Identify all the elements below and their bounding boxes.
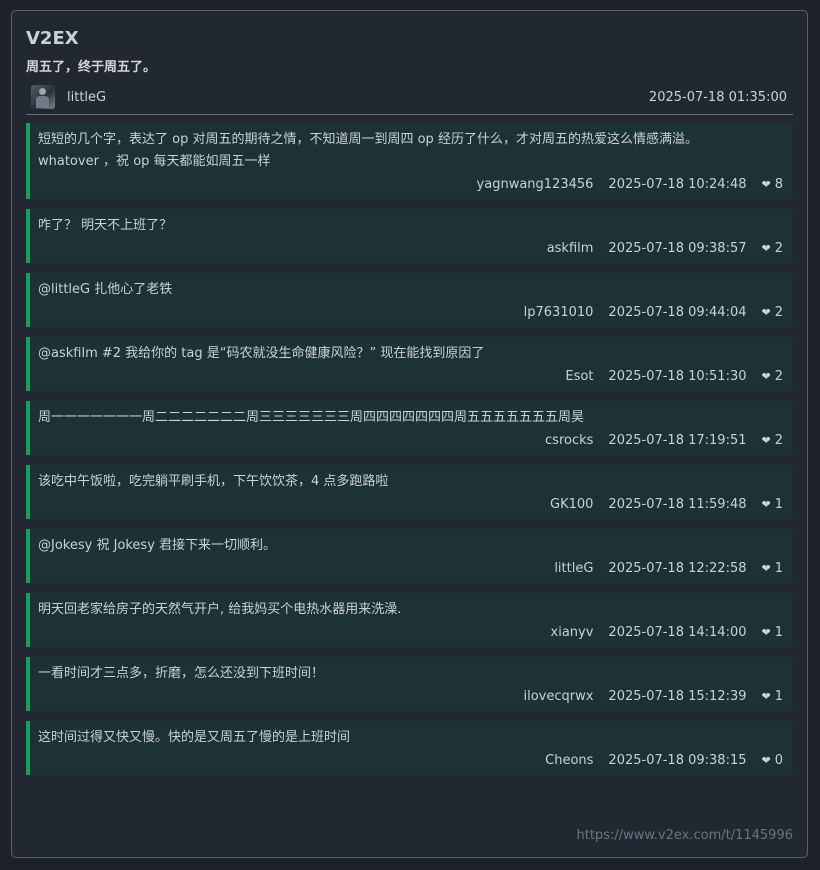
reply-meta: GK100 2025-07-18 11:59:48 ❤ 1: [38, 495, 783, 515]
reply-meta: Esot 2025-07-18 10:51:30 ❤ 2: [38, 367, 783, 387]
reply-likes[interactable]: ❤ 2: [762, 367, 784, 387]
reply-content: 周一一一一一一一周二二二二二二二周三三三三三三三周四四四四四四四周五五五五五五五…: [38, 410, 585, 425]
heart-icon: ❤: [761, 178, 771, 191]
topic-title[interactable]: 周五了，终于周五了。: [26, 58, 793, 78]
like-count: 2: [774, 305, 783, 320]
reply-user[interactable]: littleG: [554, 559, 593, 579]
heart-icon: ❤: [761, 498, 771, 511]
reply-user[interactable]: yagnwang123456: [477, 175, 594, 195]
like-count: 2: [774, 241, 783, 256]
reply-item: 周一一一一一一一周二二二二二二二周三三三三三三三周四四四四四四四周五五五五五五五…: [26, 401, 793, 455]
reply-content: 咋了？ 明天不上班了？: [38, 218, 173, 233]
site-title[interactable]: V2EX: [26, 26, 793, 52]
reply-likes[interactable]: ❤ 2: [762, 239, 784, 259]
reply-content: 该吃中午饭啦，吃完躺平刷手机，下午饮饮茶，4 点多跑路啦: [38, 474, 389, 489]
reply-item: 短短的几个字，表达了 op 对周五的期待之情，不知道周一到周四 op 经历了什么…: [26, 123, 793, 199]
heart-icon: ❤: [761, 242, 771, 255]
reply-content: 明天回老家给房子的天然气开户, 给我妈买个电热水器用来洗澡.: [38, 602, 402, 617]
reply-content: @Jokesy 祝 Jokesy 君接下来一切顺利。: [38, 538, 277, 553]
reply-item: @littleG 扎他心了老铁 lp7631010 2025-07-18 09:…: [26, 273, 793, 327]
reply-item: 咋了？ 明天不上班了？ askfilm 2025-07-18 09:38:57 …: [26, 209, 793, 263]
reply-likes[interactable]: ❤ 2: [762, 431, 784, 451]
reply-time: 2025-07-18 14:14:00: [608, 625, 747, 640]
reply-user[interactable]: xianyv: [551, 623, 594, 643]
reply-content: 短短的几个字，表达了 op 对周五的期待之情，不知道周一到周四 op 经历了什么…: [38, 132, 698, 169]
reply-user[interactable]: csrocks: [545, 431, 593, 451]
reply-likes[interactable]: ❤ 8: [762, 175, 784, 195]
reply-user[interactable]: Esot: [565, 367, 593, 387]
reply-meta: lp7631010 2025-07-18 09:44:04 ❤ 2: [38, 303, 783, 323]
like-count: 1: [774, 497, 783, 512]
reply-time: 2025-07-18 09:38:15: [608, 753, 747, 768]
like-count: 1: [774, 625, 783, 640]
reply-meta: askfilm 2025-07-18 09:38:57 ❤ 2: [38, 239, 783, 259]
heart-icon: ❤: [761, 370, 771, 383]
reply-likes[interactable]: ❤ 1: [762, 623, 784, 643]
heart-icon: ❤: [761, 626, 771, 639]
reply-meta: yagnwang123456 2025-07-18 10:24:48 ❤ 8: [38, 175, 783, 195]
reply-time: 2025-07-18 10:24:48: [608, 177, 747, 192]
heart-icon: ❤: [761, 562, 771, 575]
reply-item: @askfilm #2 我给你的 tag 是“码农就没生命健康风险？” 现在能找…: [26, 337, 793, 391]
reply-likes[interactable]: ❤ 1: [762, 687, 784, 707]
heart-icon: ❤: [761, 690, 771, 703]
reply-time: 2025-07-18 09:44:04: [608, 305, 747, 320]
reply-user[interactable]: lp7631010: [524, 303, 594, 323]
avatar[interactable]: [31, 85, 55, 109]
reply-likes[interactable]: ❤ 1: [762, 559, 784, 579]
reply-meta: xianyv 2025-07-18 14:14:00 ❤ 1: [38, 623, 783, 643]
reply-time: 2025-07-18 10:51:30: [608, 369, 747, 384]
topic-url[interactable]: https://www.v2ex.com/t/1145996: [576, 828, 793, 843]
reply-item: @Jokesy 祝 Jokesy 君接下来一切顺利。 littleG 2025-…: [26, 529, 793, 583]
reply-user[interactable]: GK100: [550, 495, 593, 515]
reply-content: 这时间过得又快又慢。快的是又周五了慢的是上班时间: [38, 730, 351, 745]
reply-likes[interactable]: ❤ 0: [762, 751, 784, 771]
reply-content: @askfilm #2 我给你的 tag 是“码农就没生命健康风险？” 现在能找…: [38, 346, 485, 361]
reply-content: @littleG 扎他心了老铁: [38, 282, 173, 297]
reply-user[interactable]: Cheons: [545, 751, 593, 771]
topic-author[interactable]: littleG: [67, 90, 106, 105]
topic-time: 2025-07-18 01:35:00: [648, 89, 787, 105]
like-count: 1: [774, 689, 783, 704]
reply-item: 明天回老家给房子的天然气开户, 给我妈买个电热水器用来洗澡. xianyv 20…: [26, 593, 793, 647]
reply-content: 一看时间才三点多，折磨，怎么还没到下班时间！: [38, 666, 325, 681]
heart-icon: ❤: [761, 754, 771, 767]
like-count: 1: [774, 561, 783, 576]
like-count: 8: [774, 177, 783, 192]
reply-likes[interactable]: ❤ 2: [762, 303, 784, 323]
like-count: 2: [774, 369, 783, 384]
reply-item: 该吃中午饭啦，吃完躺平刷手机，下午饮饮茶，4 点多跑路啦 GK100 2025-…: [26, 465, 793, 519]
reply-time: 2025-07-18 11:59:48: [608, 497, 747, 512]
reply-time: 2025-07-18 09:38:57: [608, 241, 747, 256]
reply-user[interactable]: askfilm: [547, 239, 594, 259]
reply-list: 短短的几个字，表达了 op 对周五的期待之情，不知道周一到周四 op 经历了什么…: [26, 123, 793, 775]
reply-time: 2025-07-18 12:22:58: [608, 561, 747, 576]
reply-item: 这时间过得又快又慢。快的是又周五了慢的是上班时间 Cheons 2025-07-…: [26, 721, 793, 775]
reply-time: 2025-07-18 17:19:51: [608, 433, 747, 448]
reply-likes[interactable]: ❤ 1: [762, 495, 784, 515]
heart-icon: ❤: [761, 434, 771, 447]
reply-meta: ilovecqrwx 2025-07-18 15:12:39 ❤ 1: [38, 687, 783, 707]
reply-meta: littleG 2025-07-18 12:22:58 ❤ 1: [38, 559, 783, 579]
topic-card: V2EX 周五了，终于周五了。 littleG 2025-07-18 01:35…: [11, 10, 808, 858]
like-count: 2: [774, 433, 783, 448]
reply-time: 2025-07-18 15:12:39: [608, 689, 747, 704]
like-count: 0: [774, 753, 783, 768]
reply-meta: csrocks 2025-07-18 17:19:51 ❤ 2: [38, 431, 783, 451]
topic-meta: littleG 2025-07-18 01:35:00: [26, 84, 793, 115]
heart-icon: ❤: [761, 306, 771, 319]
reply-user[interactable]: ilovecqrwx: [523, 687, 593, 707]
reply-meta: Cheons 2025-07-18 09:38:15 ❤ 0: [38, 751, 783, 771]
reply-item: 一看时间才三点多，折磨，怎么还没到下班时间！ ilovecqrwx 2025-0…: [26, 657, 793, 711]
